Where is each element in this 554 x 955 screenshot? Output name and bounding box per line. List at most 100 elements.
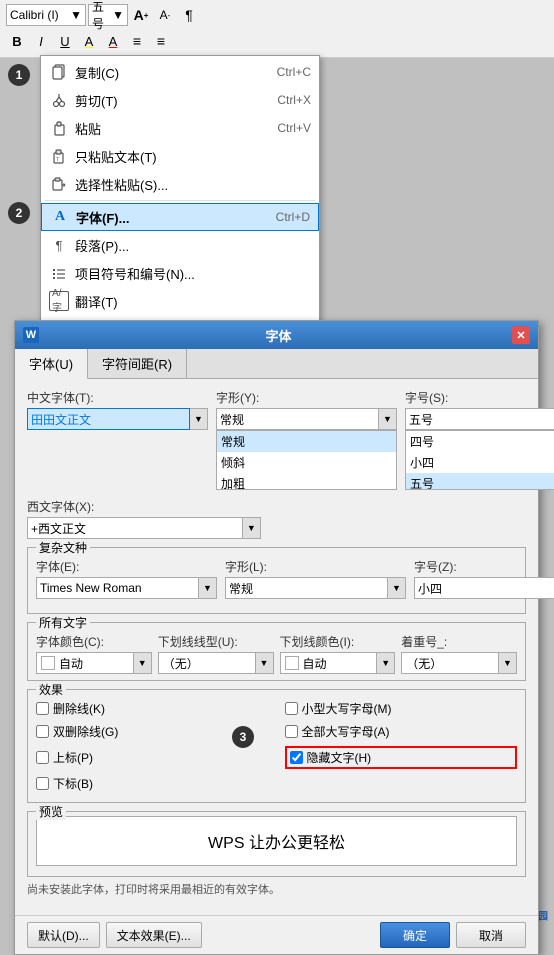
menu-item-paragraph[interactable]: ¶ 段落(P)... — [41, 231, 319, 259]
font-name-dropdown-icon[interactable]: ▼ — [70, 8, 82, 22]
effect-hidden[interactable]: 隐藏文字(H) — [285, 746, 518, 769]
cancel-btn[interactable]: 取消 — [456, 922, 526, 948]
font-color-dropdown-arrow[interactable]: ▼ — [134, 652, 152, 674]
ok-btn[interactable]: 确定 — [380, 922, 450, 948]
chinese-font-dropdown-arrow[interactable]: ▼ — [190, 408, 208, 430]
dialog-title: 字体 — [265, 326, 291, 345]
western-font-input[interactable] — [27, 517, 243, 539]
font-color-label: 字体颜色(C): — [36, 633, 152, 650]
font-style-dropdown-arrow[interactable]: ▼ — [379, 408, 397, 430]
underline-style-group: 下划线线型(U): （无） ▼ — [158, 633, 274, 674]
list-label: 项目符号和编号(N)... — [75, 264, 311, 283]
preview-title: 预览 — [36, 803, 66, 820]
western-font-row: 西文字体(X): ▼ — [27, 498, 526, 539]
font-size-input[interactable] — [405, 408, 554, 430]
effect-subscript[interactable]: 下标(B) — [36, 775, 269, 792]
font-color-value[interactable]: 自动 — [36, 652, 134, 674]
align-btn[interactable]: ≡ — [126, 30, 148, 52]
paste-text-label: 只粘贴文本(T) — [75, 147, 305, 166]
style-option-bold[interactable]: 加粗 — [217, 473, 396, 490]
dialog-title-icon: W — [23, 327, 39, 343]
chinese-font-label: 中文字体(T): — [27, 389, 208, 406]
effect-all-caps[interactable]: 全部大写字母(A) — [285, 723, 518, 740]
text-effect-btn[interactable]: 文本效果(E)... — [106, 922, 202, 948]
font-size-decrease-btn[interactable]: A- — [154, 4, 176, 26]
western-font-dropdown-arrow[interactable]: ▼ — [243, 517, 261, 539]
copy-icon — [49, 62, 69, 82]
align-extra-btn[interactable]: ≡ — [150, 30, 172, 52]
emphasis-value[interactable]: （无） — [401, 652, 499, 674]
menu-item-cut[interactable]: 剪切(T) Ctrl+X — [41, 86, 319, 114]
menu-item-translate[interactable]: A/字 翻译(T) — [41, 287, 319, 315]
complex-style-dropdown-arrow[interactable]: ▼ — [388, 577, 406, 599]
menu-item-paste-special[interactable]: 选择性粘贴(S)... — [41, 170, 319, 198]
style-option-italic[interactable]: 倾斜 — [217, 452, 396, 473]
emphasis-wrapper: （无） ▼ — [401, 652, 517, 674]
underline-color-value[interactable]: 自动 — [280, 652, 378, 674]
small-caps-checkbox[interactable] — [285, 702, 298, 715]
copy-label: 复制(C) — [75, 63, 271, 82]
effect-strikethrough[interactable]: 删除线(K) — [36, 700, 269, 717]
complex-size-input[interactable] — [414, 577, 554, 599]
tab-font[interactable]: 字体(U) — [15, 349, 88, 379]
underline-style-value[interactable]: （无） — [158, 652, 256, 674]
menu-item-copy[interactable]: 复制(C) Ctrl+C — [41, 58, 319, 86]
all-caps-checkbox[interactable] — [285, 725, 298, 738]
paragraph-icon[interactable]: ¶ — [178, 4, 200, 26]
font-style-listbox[interactable]: 常规 倾斜 加粗 — [216, 430, 397, 490]
size-option-4[interactable]: 四号 — [406, 431, 554, 452]
dialog-close-btn[interactable]: ✕ — [512, 326, 530, 344]
underline-style-arrow[interactable]: ▼ — [256, 652, 274, 674]
font-color-btn[interactable]: A — [102, 30, 124, 52]
font-style-input[interactable] — [216, 408, 379, 430]
underline-color-arrow[interactable]: ▼ — [377, 652, 395, 674]
list-icon — [49, 263, 69, 283]
paragraph-menu-icon: ¶ — [49, 235, 69, 255]
subscript-checkbox[interactable] — [36, 777, 49, 790]
superscript-checkbox[interactable] — [36, 751, 49, 764]
dialog-tabs: 字体(U) 字符间距(R) — [15, 349, 538, 379]
chinese-font-input[interactable] — [27, 408, 190, 430]
effect-superscript[interactable]: 上标(P) — [36, 746, 269, 769]
font-size-box[interactable]: 五号 ▼ — [88, 4, 128, 26]
step1-label: 1 — [8, 64, 30, 86]
paste-text-icon: T — [49, 146, 69, 166]
menu-item-list[interactable]: 项目符号和编号(N)... — [41, 259, 319, 287]
font-size-listbox[interactable]: 四号 小四 五号 — [405, 430, 554, 490]
dialog-titlebar: W 字体 ✕ — [15, 321, 538, 349]
size-option-5[interactable]: 五号 — [406, 473, 554, 490]
complex-font-input[interactable] — [36, 577, 199, 599]
menu-item-paste-text[interactable]: T 只粘贴文本(T) — [41, 142, 319, 170]
effect-small-caps[interactable]: 小型大写字母(M) — [285, 700, 518, 717]
underline-color-label: 下划线颜色(I): — [280, 633, 396, 650]
size-option-xiaosi[interactable]: 小四 — [406, 452, 554, 473]
effects-title: 效果 — [36, 681, 66, 698]
complex-font-dropdown-arrow[interactable]: ▼ — [199, 577, 217, 599]
default-btn[interactable]: 默认(D)... — [27, 922, 100, 948]
toolbar: Calibri (I) ▼ 五号 ▼ A+ A- ¶ B I U A A ≡ ≡ — [0, 0, 554, 58]
font-size-dropdown-icon[interactable]: ▼ — [112, 8, 124, 22]
context-menu: 复制(C) Ctrl+C 剪切(T) Ctrl+X 粘贴 Ctrl+V T 只粘… — [40, 55, 320, 346]
complex-style-input[interactable] — [225, 577, 388, 599]
hidden-checkbox[interactable] — [290, 751, 303, 764]
bold-btn[interactable]: B — [6, 30, 28, 52]
strikethrough-checkbox[interactable] — [36, 702, 49, 715]
font-style-label: 字形(Y): — [216, 389, 397, 406]
highlight-btn[interactable]: A — [78, 30, 100, 52]
tab-spacing[interactable]: 字符间距(R) — [88, 349, 187, 378]
step3-label: 3 — [232, 726, 254, 748]
double-strike-checkbox[interactable] — [36, 725, 49, 738]
emphasis-arrow[interactable]: ▼ — [499, 652, 517, 674]
font-size-increase-btn[interactable]: A+ — [130, 4, 152, 26]
style-option-regular[interactable]: 常规 — [217, 431, 396, 452]
complex-style-label: 字形(L): — [225, 558, 406, 575]
copy-shortcut: Ctrl+C — [277, 65, 311, 79]
underline-btn[interactable]: U — [54, 30, 76, 52]
underline-style-label: 下划线线型(U): — [158, 633, 274, 650]
underline-color-group: 下划线颜色(I): 自动 ▼ — [280, 633, 396, 674]
menu-item-font[interactable]: A 字体(F)... Ctrl+D — [41, 203, 319, 231]
italic-btn[interactable]: I — [30, 30, 52, 52]
font-name-box[interactable]: Calibri (I) ▼ — [6, 4, 86, 26]
small-caps-label: 小型大写字母(M) — [302, 700, 392, 717]
menu-item-paste[interactable]: 粘贴 Ctrl+V — [41, 114, 319, 142]
